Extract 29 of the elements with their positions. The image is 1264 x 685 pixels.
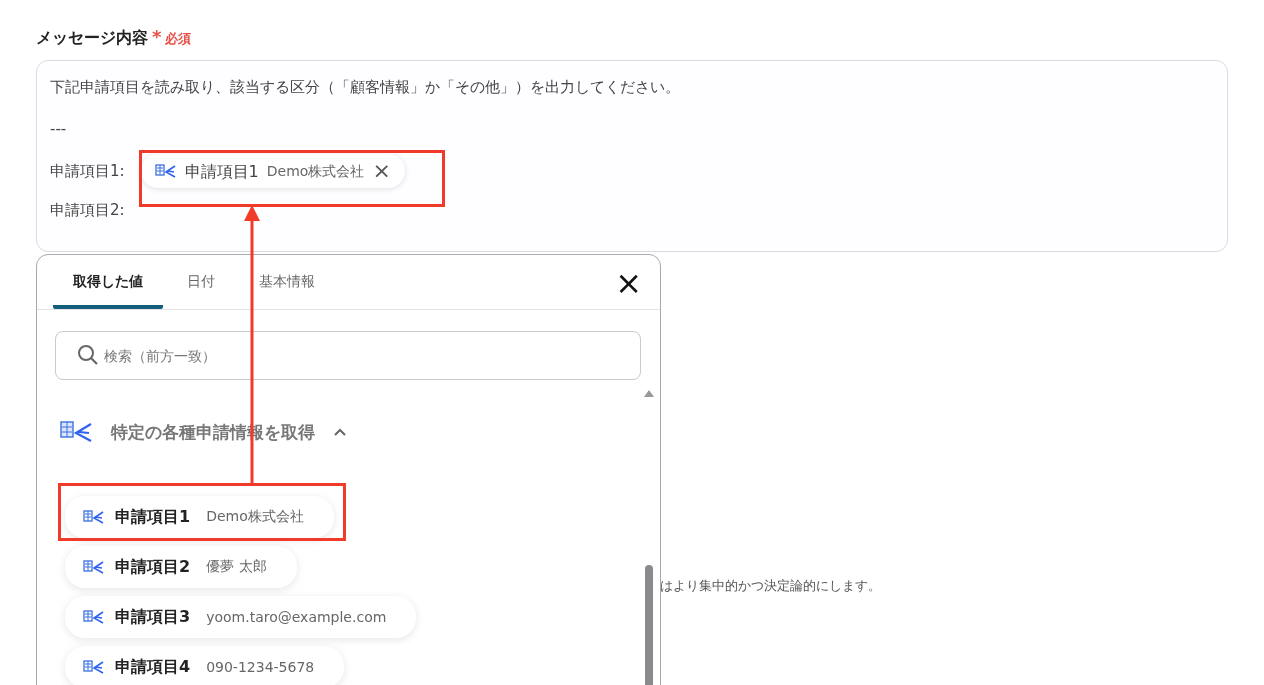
value-item[interactable]: 申請項目4 090-1234-5678	[65, 646, 345, 685]
value-item[interactable]: 申請項目3 yoom.taro@example.com	[65, 596, 417, 638]
message-line: 下記申請項目を読み取り、該当する区分（「顧客情報」か「その他」）を出力してください。	[50, 78, 680, 96]
field-label: メッセージ内容	[36, 28, 148, 49]
tab[interactable]: 日付	[167, 273, 235, 309]
variable-chip[interactable]: 申請項目1 Demo株式会社 ×	[140, 154, 405, 188]
app-icon	[154, 163, 177, 179]
scrollbar[interactable]	[644, 390, 654, 685]
app-icon	[83, 509, 105, 525]
value-item[interactable]: 申請項目1 Demo株式会社	[65, 496, 334, 538]
help-text: はより集中的かつ決定論的にします。	[660, 578, 881, 593]
search-icon	[77, 344, 99, 366]
message-field[interactable]: 下記申請項目を読み取り、該当する区分（「顧客情報」か「その他」）を出力してください。 --- 申請項目1: 申請項目1 Demo株式会社 × 申請項目2:	[36, 60, 1228, 252]
message-line: 申請項目1:	[50, 160, 125, 182]
app-icon	[83, 559, 105, 575]
search-field[interactable]: 検索（前方一致）	[55, 331, 641, 380]
app-icon	[83, 609, 105, 625]
caret-icon	[333, 427, 347, 437]
app-icon	[59, 419, 93, 445]
remove-icon[interactable]: ×	[372, 160, 391, 182]
app-icon	[83, 659, 105, 675]
tab[interactable]: 取得した値	[53, 273, 163, 309]
message-line: 申請項目2:	[50, 201, 125, 219]
required-text: 必須	[165, 30, 192, 48]
required-mark: *	[152, 26, 162, 47]
close-icon[interactable]: ×	[615, 267, 642, 299]
tab[interactable]: 基本情報	[239, 273, 335, 309]
message-line: ---	[50, 120, 67, 138]
value-item[interactable]: 申請項目2 優夢 太郎	[65, 546, 297, 588]
